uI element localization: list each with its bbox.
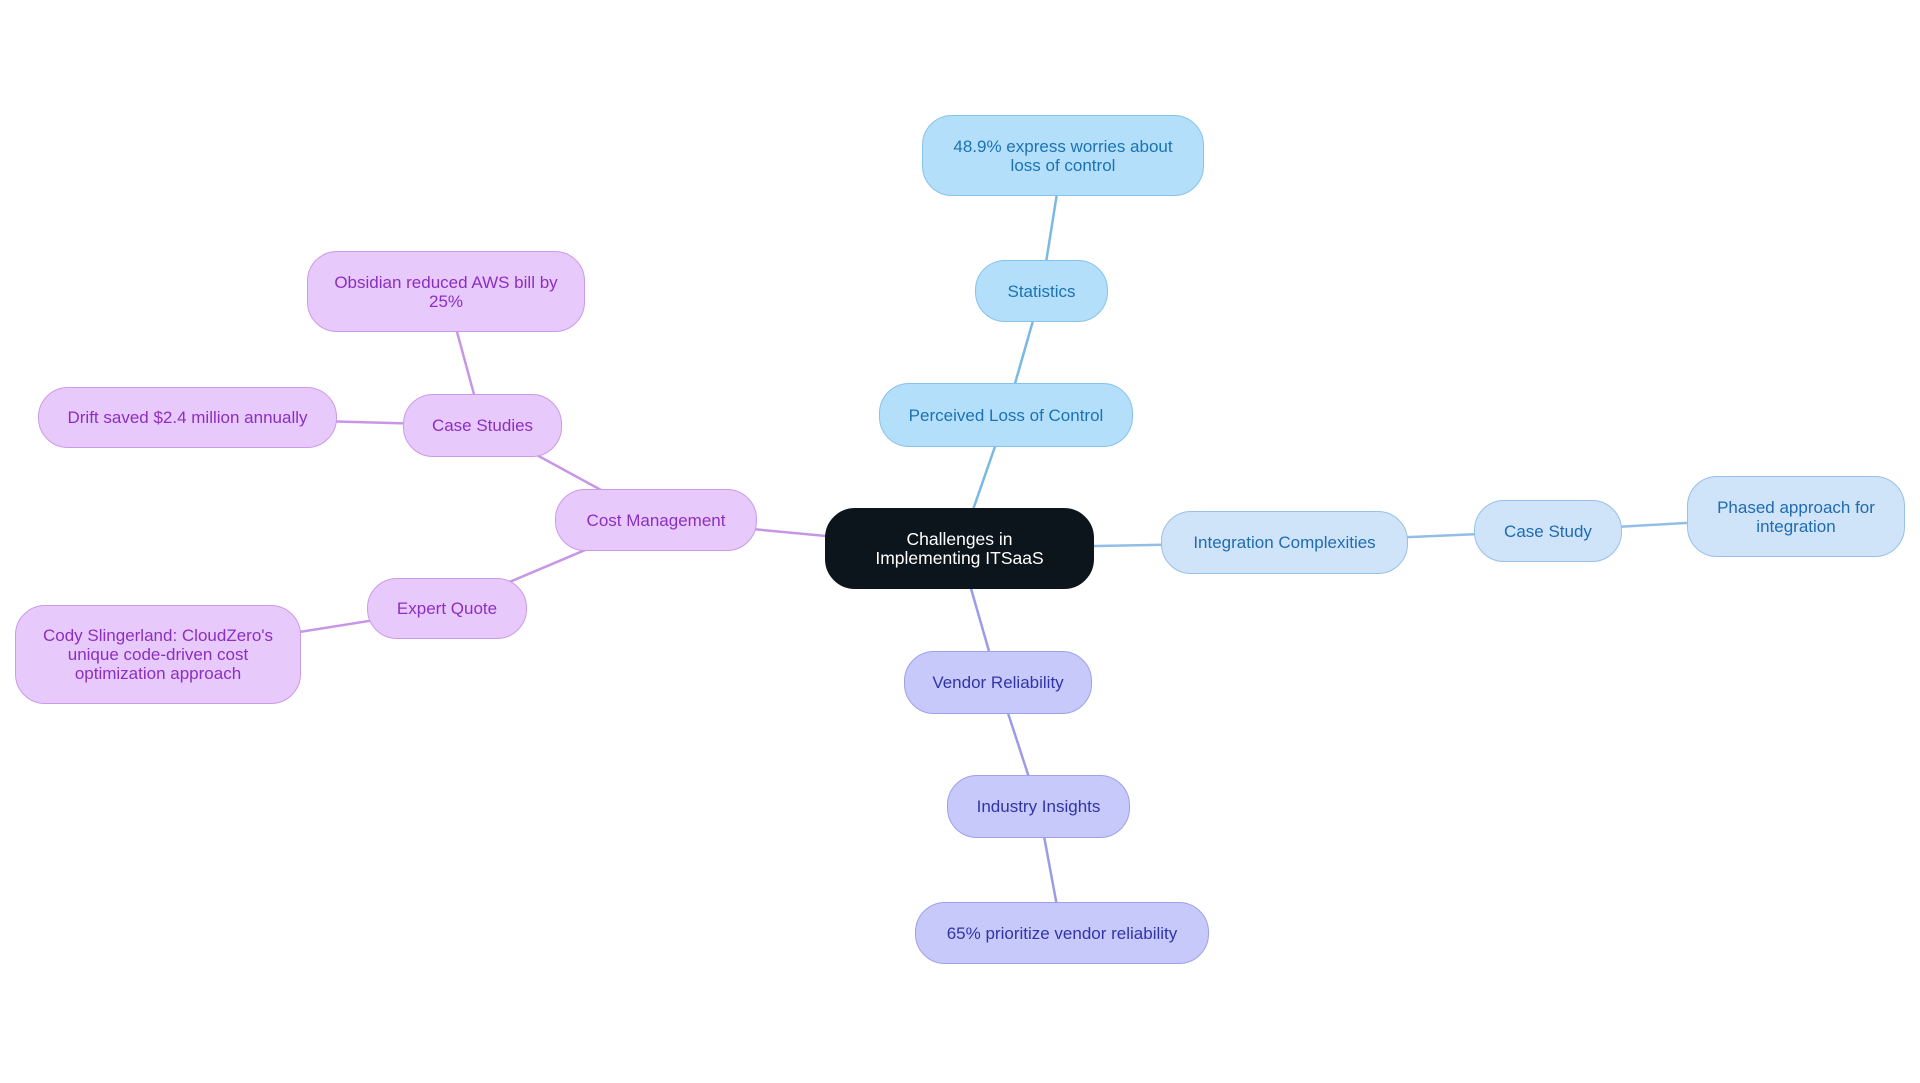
node-case-studies[interactable]: Case Studies [403,394,562,457]
node-industry-insights[interactable]: Industry Insights [947,775,1130,838]
node-label: 65% prioritize vendor reliability [946,923,1178,943]
node-label: Obsidian reduced AWS bill by 25% [334,272,558,311]
node-cody-slingerland-quote[interactable]: Cody Slingerland: CloudZero's unique cod… [15,605,301,704]
node-label: Perceived Loss of Control [908,405,1104,425]
node-label: 48.9% express worries about loss of cont… [953,136,1173,175]
node-label: Cody Slingerland: CloudZero's unique cod… [42,626,274,683]
node-cost-management[interactable]: Cost Management [555,489,757,551]
node-label: Integration Complexities [1193,533,1376,552]
root-node-label: Challenges in Implementing ITSaaS [875,528,1044,568]
node-stat-48-9-percent[interactable]: 48.9% express worries about loss of cont… [922,115,1204,196]
node-label: Case Study [1504,521,1592,541]
node-integration-complexities[interactable]: Integration Complexities [1161,511,1408,574]
node-drift-savings[interactable]: Drift saved $2.4 million annually [38,387,337,448]
root-node[interactable]: Challenges in Implementing ITSaaS [825,508,1094,589]
node-statistics[interactable]: Statistics [975,260,1108,322]
node-label: Vendor Reliability [932,673,1064,692]
node-label: Case Studies [431,416,534,435]
node-label: Industry Insights [976,797,1101,816]
node-obsidian-aws-bill[interactable]: Obsidian reduced AWS bill by 25% [307,251,585,332]
node-label: Expert Quote [396,599,498,618]
node-expert-quote[interactable]: Expert Quote [367,578,527,639]
node-perceived-loss-of-control[interactable]: Perceived Loss of Control [879,383,1133,447]
node-vendor-reliability[interactable]: Vendor Reliability [904,651,1092,714]
node-label: Cost Management [586,510,726,530]
node-label: Drift saved $2.4 million annually [67,408,308,427]
node-stat-65-percent[interactable]: 65% prioritize vendor reliability [915,902,1209,964]
node-label: Statistics [1007,281,1076,301]
node-phased-approach[interactable]: Phased approach for integration [1687,476,1905,557]
node-label: Phased approach for integration [1717,497,1875,536]
node-case-study[interactable]: Case Study [1474,500,1622,562]
